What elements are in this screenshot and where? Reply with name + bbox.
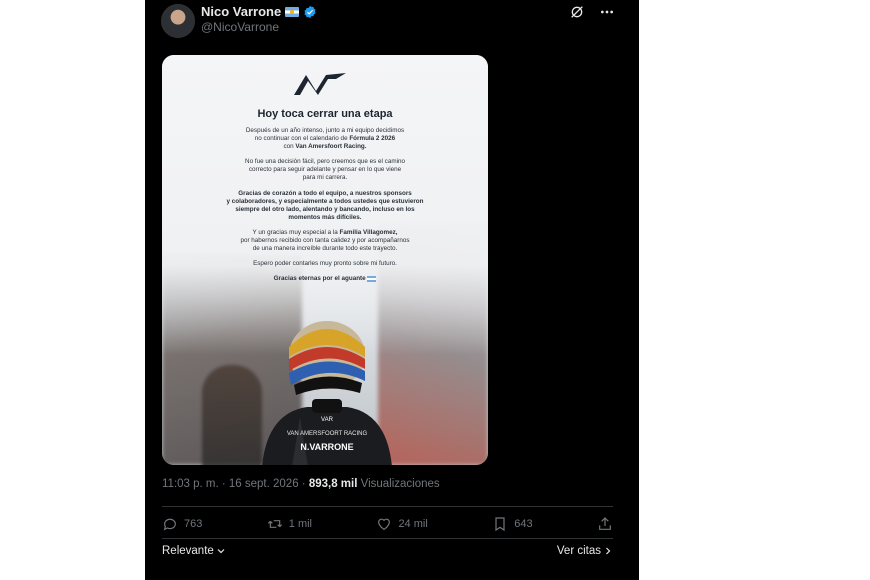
- repost-count: 1 mil: [288, 518, 313, 530]
- bookmark-count: 643: [514, 518, 533, 530]
- author-name[interactable]: Nico Varrone: [201, 4, 281, 19]
- post-meta: 11:03 p. m. · 16 sept. 2026 · 893,8 mil …: [162, 478, 440, 490]
- image-paragraph-5: Espero poder contarles muy pronto sobre …: [253, 260, 397, 268]
- view-quotes-link[interactable]: Ver citas: [557, 545, 613, 557]
- suit-team-text: VAN AMERSFOORT RACING: [287, 431, 368, 437]
- repost-button[interactable]: 1 mil: [267, 516, 312, 532]
- repost-icon: [267, 520, 282, 528]
- flag-icon: [285, 6, 300, 17]
- avatar[interactable]: [161, 4, 195, 38]
- like-button[interactable]: 24 mil: [376, 516, 428, 532]
- views-count: 893,8 mil: [308, 478, 358, 490]
- image-paragraph-1: Después de un año intenso, junto a mi eq…: [245, 127, 405, 151]
- reply-count: 763: [184, 518, 203, 530]
- chevron-right-icon: [606, 547, 611, 555]
- image-paragraph-2: No fue una decisión fácil, pero creemos …: [245, 158, 405, 182]
- bookmark-button[interactable]: 643: [492, 516, 533, 532]
- bookmark-icon: [495, 517, 505, 532]
- author-handle[interactable]: @NicoVarrone: [201, 20, 279, 34]
- action-bar: 763 1 mil 24 mil 643: [162, 516, 613, 532]
- image-message: Después de un año intenso, junto a mi eq…: [200, 127, 450, 290]
- top-actions: [569, 4, 615, 20]
- reply-button[interactable]: 763: [162, 516, 202, 532]
- reply-icon: [163, 518, 176, 531]
- image-title: Hoy toca cerrar una etapa: [257, 108, 393, 120]
- verified-icon: [304, 5, 316, 18]
- image-paragraph-4: Y un gracias muy especial a la Familia V…: [240, 228, 410, 253]
- grok-icon[interactable]: [569, 4, 585, 20]
- author-row: Nico Varrone: [201, 4, 317, 19]
- divider: [162, 506, 613, 507]
- chevron-down-icon: [217, 549, 225, 554]
- like-count: 24 mil: [398, 518, 428, 530]
- image-paragraph-6: Gracias eternas por el aguante: [200, 275, 450, 283]
- divider: [162, 538, 613, 539]
- more-icon[interactable]: [599, 4, 615, 20]
- sort-label: Relevante: [162, 545, 214, 557]
- post-timestamp[interactable]: 11:03 p. m. · 16 sept. 2026 ·: [162, 478, 309, 490]
- share-icon: [599, 517, 611, 530]
- like-icon: [378, 518, 391, 531]
- post-image[interactable]: Hoy toca cerrar una etapa Después de un …: [162, 55, 488, 465]
- driver-figure: VAN AMERSFOORT RACING N.VARRONE VAR: [262, 321, 392, 465]
- quotes-label: Ver citas: [556, 545, 601, 557]
- image-paragraph-3: Gracias de corazón a todo el equipo, a n…: [226, 189, 424, 221]
- nv-logo-icon: [294, 73, 346, 95]
- sort-replies-button[interactable]: Relevante: [162, 545, 226, 557]
- suit-name-text: N.VARRONE: [300, 442, 353, 452]
- suit-logo-text: VAR: [321, 417, 334, 423]
- small-flag-icon: [367, 275, 377, 282]
- post-panel: Nico Varrone @NicoVarrone Hoy toca cerra…: [145, 0, 639, 580]
- views-label: Visualizaciones: [357, 478, 440, 490]
- share-button[interactable]: [597, 516, 613, 532]
